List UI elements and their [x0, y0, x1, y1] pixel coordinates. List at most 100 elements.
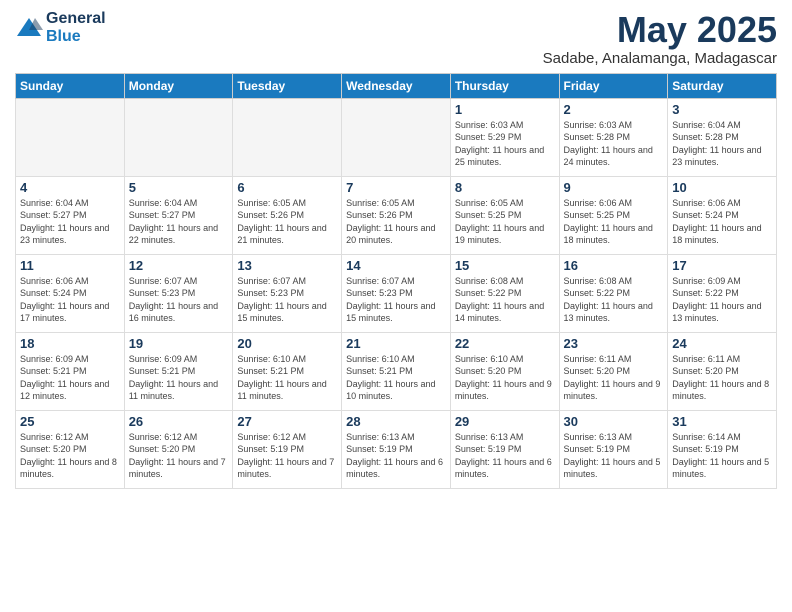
- daylight-label: Daylight: 11 hours and 11 minutes.: [237, 379, 326, 402]
- sunset-label: Sunset: 5:19 PM: [455, 444, 522, 454]
- calendar-week-3: 11Sunrise: 6:06 AMSunset: 5:24 PMDayligh…: [16, 254, 777, 332]
- day-info: Sunrise: 6:04 AMSunset: 5:27 PMDaylight:…: [129, 197, 229, 247]
- day-info: Sunrise: 6:12 AMSunset: 5:20 PMDaylight:…: [129, 431, 229, 481]
- sunset-label: Sunset: 5:20 PM: [672, 366, 739, 376]
- sunrise-label: Sunrise: 6:11 AM: [564, 354, 632, 364]
- daylight-label: Daylight: 11 hours and 8 minutes.: [672, 379, 769, 402]
- day-info: Sunrise: 6:10 AMSunset: 5:21 PMDaylight:…: [346, 353, 446, 403]
- sunset-label: Sunset: 5:26 PM: [346, 210, 413, 220]
- sunrise-label: Sunrise: 6:04 AM: [20, 198, 89, 208]
- logo-icon: [15, 14, 43, 42]
- sunrise-label: Sunrise: 6:05 AM: [237, 198, 306, 208]
- daylight-label: Daylight: 11 hours and 13 minutes.: [672, 301, 761, 324]
- sunset-label: Sunset: 5:28 PM: [564, 132, 631, 142]
- sunrise-label: Sunrise: 6:07 AM: [237, 276, 306, 286]
- daylight-label: Daylight: 11 hours and 14 minutes.: [455, 301, 544, 324]
- day-info: Sunrise: 6:12 AM Sunset: 5:19 PM Daylight:…: [237, 431, 337, 481]
- calendar-cell: 30Sunrise: 6:13 AMSunset: 5:19 PMDayligh…: [559, 410, 668, 488]
- title-block: May 2025 Sadabe, Analamanga, Madagascar: [543, 10, 777, 67]
- logo-text: General Blue: [46, 10, 106, 46]
- day-info: Sunrise: 6:08 AMSunset: 5:22 PMDaylight:…: [564, 275, 664, 325]
- day-info: Sunrise: 6:07 AMSunset: 5:23 PMDaylight:…: [346, 275, 446, 325]
- daylight-label: Daylight: 11 hours and 10 minutes.: [346, 379, 435, 402]
- calendar-cell: 22Sunrise: 6:10 AMSunset: 5:20 PMDayligh…: [450, 332, 559, 410]
- sunset-label: Sunset: 5:21 PM: [237, 366, 304, 376]
- sunset-label: Sunset: 5:19 PM: [672, 444, 739, 454]
- day-info: Sunrise: 6:12 AMSunset: 5:20 PMDaylight:…: [20, 431, 120, 481]
- calendar-cell: 12Sunrise: 6:07 AMSunset: 5:23 PMDayligh…: [124, 254, 233, 332]
- sunset-label: Sunset: 5:19 PM: [237, 444, 304, 454]
- calendar-cell: 3Sunrise: 6:04 AMSunset: 5:28 PMDaylight…: [668, 98, 777, 176]
- sunset-label: Sunset: 5:20 PM: [20, 444, 87, 454]
- calendar-cell: 15Sunrise: 6:08 AMSunset: 5:22 PMDayligh…: [450, 254, 559, 332]
- day-number: 7: [346, 180, 446, 195]
- sunset-label: Sunset: 5:24 PM: [672, 210, 739, 220]
- col-sunday: Sunday: [16, 73, 125, 98]
- calendar-cell: 1 Sunrise: 6:03 AMSunset: 5:29 PMDaylight…: [450, 98, 559, 176]
- sunrise-label: Sunrise: 6:10 AM: [237, 354, 306, 364]
- day-number: 25: [20, 414, 120, 429]
- logo-blue: Blue: [46, 28, 106, 46]
- day-number: 1: [455, 102, 555, 117]
- calendar-cell: 17 Sunrise: 6:09 AMSunset: 5:22 PMDayligh…: [668, 254, 777, 332]
- sunrise-label: Sunrise: 6:04 AM: [129, 198, 198, 208]
- day-info: Sunrise: 6:09 AMSunset: 5:22 PMDaylight:…: [672, 275, 772, 325]
- daylight-label: Daylight: 11 hours and 13 minutes.: [564, 301, 653, 324]
- daylight-label: Daylight: 11 hours and 20 minutes.: [346, 223, 435, 246]
- sunset-label: Sunset: 5:27 PM: [20, 210, 87, 220]
- day-number: 18: [20, 336, 120, 351]
- sunset-label: Sunset: 5:21 PM: [20, 366, 87, 376]
- day-info: Sunrise: 6:05 AMSunset: 5:26 PMDaylight:…: [237, 197, 337, 247]
- calendar-cell: 8Sunrise: 6:05 AMSunset: 5:25 PMDaylight…: [450, 176, 559, 254]
- sunset-label: Sunset: 5:23 PM: [346, 288, 413, 298]
- calendar-cell: 10Sunrise: 6:06 AMSunset: 5:24 PMDayligh…: [668, 176, 777, 254]
- daylight-label: Daylight: 11 hours and 11 minutes.: [129, 379, 218, 402]
- sunrise-label: Sunrise: 6:09 AM: [20, 354, 89, 364]
- sunset-label: Sunset: 5:22 PM: [564, 288, 631, 298]
- col-monday: Monday: [124, 73, 233, 98]
- day-number: 10: [672, 180, 772, 195]
- sunrise-label: Sunrise: 6:12 AM: [237, 432, 306, 442]
- sunset-label: Sunset: 5:24 PM: [20, 288, 87, 298]
- daylight-label: Daylight: 11 hours and 23 minutes.: [20, 223, 109, 246]
- day-info: Sunrise: 6:11 AMSunset: 5:20 PMDaylight:…: [564, 353, 664, 403]
- calendar-cell: 27Sunrise: 6:12 AMSunset: 5:19 PMDayligh…: [233, 410, 342, 488]
- daylight-label: Daylight: 11 hours and 18 minutes.: [564, 223, 653, 246]
- daylight-label: Daylight: 11 hours and 7 minutes.: [129, 457, 226, 480]
- sunrise-label: Sunrise: 6:14 AM: [672, 432, 741, 442]
- daylight-label: Daylight: 11 hours and 7 minutes.: [237, 457, 334, 480]
- day-info: Sunrise: 6:09 AMSunset: 5:21 PMDaylight:…: [129, 353, 229, 403]
- day-number: 19: [129, 336, 229, 351]
- day-number: 13: [237, 258, 337, 273]
- sunrise-label: Sunrise: 6:13 AM: [564, 432, 633, 442]
- day-info: Sunrise: 6:06 AMSunset: 5:25 PMDaylight:…: [564, 197, 664, 247]
- daylight-label: Daylight: 11 hours and 6 minutes.: [455, 457, 552, 480]
- sunrise-label: Sunrise: 6:07 AM: [346, 276, 415, 286]
- day-info: Sunrise: 6:14 AMSunset: 5:19 PMDaylight:…: [672, 431, 772, 481]
- calendar-cell: 26Sunrise: 6:12 AMSunset: 5:20 PMDayligh…: [124, 410, 233, 488]
- calendar-cell: 14Sunrise: 6:07 AMSunset: 5:23 PMDayligh…: [342, 254, 451, 332]
- day-number: 22: [455, 336, 555, 351]
- calendar-cell: 20Sunrise: 6:10 AMSunset: 5:21 PMDayligh…: [233, 332, 342, 410]
- sunrise-label: Sunrise: 6:06 AM: [672, 198, 741, 208]
- sunrise-label: Sunrise: 6:05 AM: [346, 198, 415, 208]
- day-info: Sunrise: 6:04 AMSunset: 5:28 PMDaylight:…: [672, 119, 772, 169]
- logo: General Blue: [15, 10, 106, 46]
- sunrise-label: Sunrise: 6:12 AM: [129, 432, 198, 442]
- calendar-table: Sunday Monday Tuesday Wednesday Thursday…: [15, 73, 777, 489]
- day-info: Sunrise: 6:03 AMSunset: 5:29 PMDaylight:…: [455, 119, 555, 169]
- calendar-cell: 5Sunrise: 6:04 AMSunset: 5:27 PMDaylight…: [124, 176, 233, 254]
- day-number: 28: [346, 414, 446, 429]
- day-number: 15: [455, 258, 555, 273]
- daylight-label: Daylight: 11 hours and 5 minutes.: [564, 457, 661, 480]
- day-number: 17: [672, 258, 772, 273]
- daylight-label: Daylight: 11 hours and 8 minutes.: [20, 457, 117, 480]
- day-number: 12: [129, 258, 229, 273]
- sunrise-label: Sunrise: 6:10 AM: [455, 354, 524, 364]
- sunrise-label: Sunrise: 6:05 AM: [455, 198, 524, 208]
- calendar-cell: 11Sunrise: 6:06 AMSunset: 5:24 PMDayligh…: [16, 254, 125, 332]
- day-info: Sunrise: 6:03 AMSunset: 5:28 PMDaylight:…: [564, 119, 664, 169]
- sunset-label: Sunset: 5:25 PM: [564, 210, 631, 220]
- sunset-label: Sunset: 5:26 PM: [237, 210, 304, 220]
- sunrise-label: Sunrise: 6:09 AM: [129, 354, 198, 364]
